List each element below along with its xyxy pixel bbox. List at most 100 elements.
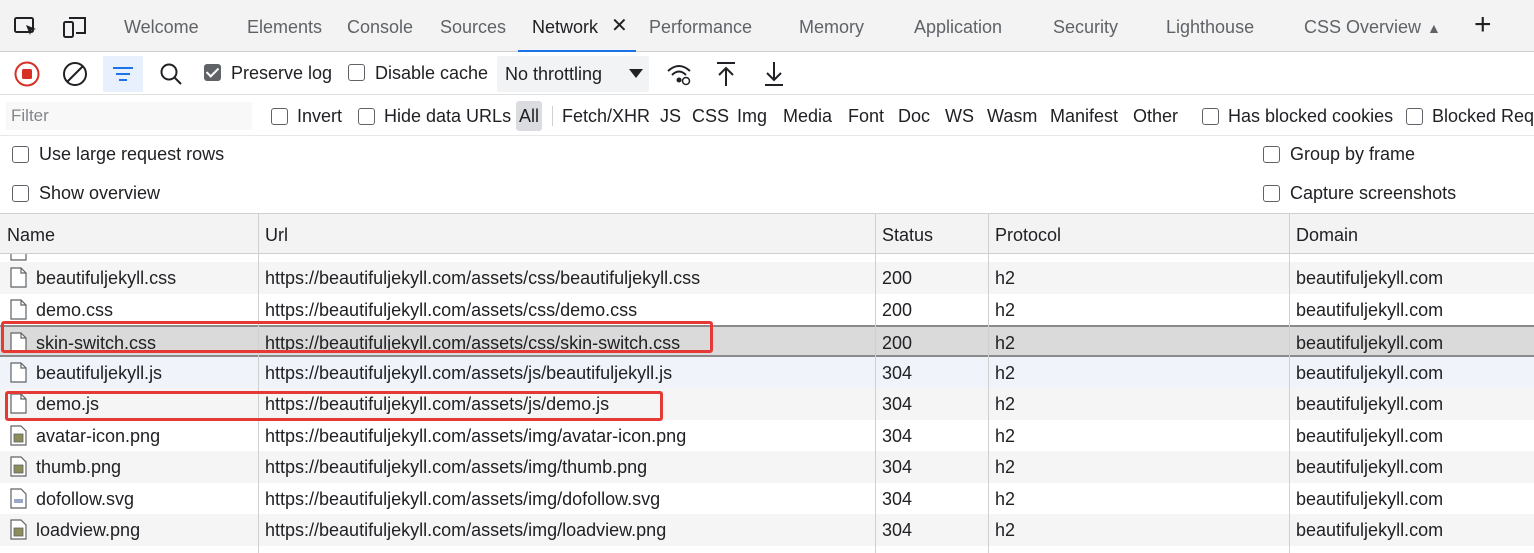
tab-welcome[interactable]: Welcome bbox=[124, 0, 199, 52]
cell-status: 304 bbox=[882, 394, 913, 414]
column-header-name[interactable]: Name bbox=[0, 214, 55, 254]
cell-domain: beautifuljekyll.com bbox=[1296, 299, 1444, 320]
filter-input[interactable] bbox=[6, 102, 252, 130]
cell-domain: beautifuljekyll.com bbox=[1296, 394, 1444, 414]
cell-domain: beautifuljekyll.com bbox=[1296, 268, 1444, 288]
tab-css-overview-label: CSS Overview bbox=[1304, 17, 1422, 37]
cell-url: https://beautifuljekyll.com/assets/img/a… bbox=[265, 425, 687, 446]
large-rows-checkbox[interactable] bbox=[12, 146, 29, 163]
cell-name: skin-switch.css bbox=[36, 333, 157, 353]
cell-url: https://beautifuljekyll.com/assets/img/t… bbox=[265, 457, 648, 477]
filter-toggle-icon[interactable] bbox=[103, 56, 143, 92]
type-filter-wasm[interactable]: Wasm bbox=[984, 101, 1040, 131]
column-divider bbox=[988, 214, 989, 553]
cell-domain: beautifuljekyll.com bbox=[1296, 457, 1444, 477]
image-file-icon bbox=[10, 456, 27, 477]
capture-screenshots-checkbox[interactable] bbox=[1263, 185, 1280, 202]
tab-sources[interactable]: Sources bbox=[440, 0, 506, 52]
tab-application[interactable]: Application bbox=[914, 0, 1002, 52]
show-overview-label: Show overview bbox=[39, 183, 161, 203]
type-filter-js[interactable]: JS bbox=[657, 101, 684, 131]
cell-domain: beautifuljekyll.com bbox=[1296, 425, 1444, 446]
cell-url: https://beautifuljekyll.com/assets/js/be… bbox=[265, 362, 673, 383]
type-filter-manifest[interactable]: Manifest bbox=[1047, 101, 1121, 131]
tab-console[interactable]: Console bbox=[347, 0, 413, 52]
requests-table: Name Url Status Protocol Domain beautifu… bbox=[0, 214, 1534, 553]
file-icon bbox=[10, 393, 27, 414]
table-row[interactable]: beautifuljekyll.js https://beautifuljekyl… bbox=[0, 356, 1534, 388]
blocked-requests-label: Blocked Requests bbox=[1432, 106, 1534, 126]
invert-label: Invert bbox=[297, 106, 343, 126]
table-row[interactable]: loadview.png https://beautifuljekyll.com/… bbox=[0, 514, 1534, 546]
cell-status: 200 bbox=[882, 333, 913, 353]
preserve-log-checkbox[interactable] bbox=[204, 64, 221, 81]
column-header-protocol[interactable]: Protocol bbox=[988, 214, 1061, 254]
column-header-domain[interactable]: Domain bbox=[1289, 214, 1358, 254]
record-stop-icon[interactable] bbox=[12, 59, 42, 89]
cell-status: 304 bbox=[882, 362, 913, 383]
more-tabs-plus-icon[interactable]: + bbox=[1474, 0, 1492, 50]
large-rows-label: Use large request rows bbox=[39, 144, 225, 164]
device-toolbar-icon[interactable] bbox=[62, 14, 88, 40]
tab-lighthouse[interactable]: Lighthouse bbox=[1166, 0, 1254, 52]
table-header: Name Url Status Protocol Domain bbox=[0, 214, 1534, 254]
has-blocked-cookies-checkbox[interactable] bbox=[1202, 108, 1219, 125]
cell-protocol: h2 bbox=[995, 333, 1016, 353]
cell-protocol: h2 bbox=[995, 425, 1016, 446]
cell-name: thumb.png bbox=[36, 457, 122, 477]
partially-scrolled-row bbox=[0, 254, 1534, 262]
throttling-value: No throttling bbox=[505, 64, 603, 84]
type-filter-img[interactable]: Img bbox=[734, 101, 770, 131]
type-filter-ws[interactable]: WS bbox=[942, 101, 977, 131]
cell-name: demo.js bbox=[36, 394, 100, 414]
table-row[interactable]: demo.css https://beautifuljekyll.com/asse… bbox=[0, 294, 1534, 326]
network-conditions-icon[interactable] bbox=[664, 59, 694, 89]
clear-icon[interactable] bbox=[60, 59, 90, 89]
tab-elements[interactable]: Elements bbox=[247, 0, 322, 52]
type-filter-doc[interactable]: Doc bbox=[895, 101, 933, 131]
image-file-icon bbox=[10, 519, 27, 540]
type-filter-css[interactable]: CSS bbox=[689, 101, 732, 131]
file-icon bbox=[10, 267, 27, 288]
search-icon[interactable] bbox=[156, 59, 186, 89]
column-header-status[interactable]: Status bbox=[875, 214, 933, 254]
tab-memory[interactable]: Memory bbox=[799, 0, 864, 52]
show-overview-checkbox[interactable] bbox=[12, 185, 29, 202]
table-row[interactable]: thumb.png https://beautifuljekyll.com/ass… bbox=[0, 451, 1534, 483]
export-har-icon[interactable] bbox=[759, 59, 789, 89]
disable-cache-checkbox[interactable] bbox=[348, 64, 365, 81]
table-row[interactable]: skin-switch.css https://beautifuljekyll.c… bbox=[0, 325, 1534, 357]
cell-name: loadview.png bbox=[36, 520, 141, 540]
table-row[interactable]: demo.js https://beautifuljekyll.com/asset… bbox=[0, 388, 1534, 420]
has-blocked-cookies-label: Has blocked cookies bbox=[1228, 106, 1394, 126]
filter-bar: Invert Hide data URLs All Fetch/XHR JS C… bbox=[0, 96, 1534, 136]
table-row[interactable]: dofollow.svg https://beautifuljekyll.com/… bbox=[0, 483, 1534, 515]
close-tab-icon[interactable]: ✕ bbox=[611, 0, 628, 52]
tab-security[interactable]: Security bbox=[1053, 0, 1118, 52]
blocked-requests-checkbox[interactable] bbox=[1406, 108, 1423, 125]
table-row[interactable]: avatar-icon.png https://beautifuljekyll.c… bbox=[0, 420, 1534, 452]
cell-protocol: h2 bbox=[995, 299, 1016, 320]
type-filter-fetch-xhr[interactable]: Fetch/XHR bbox=[559, 101, 653, 131]
type-filter-font[interactable]: Font bbox=[845, 101, 887, 131]
type-filter-all[interactable]: All bbox=[516, 101, 543, 131]
image-file-icon bbox=[10, 424, 27, 446]
type-filter-media[interactable]: Media bbox=[780, 101, 835, 131]
group-by-frame-checkbox[interactable] bbox=[1263, 146, 1280, 163]
cell-url: https://beautifuljekyll.com/assets/img/l… bbox=[265, 520, 667, 540]
hide-data-urls-checkbox[interactable] bbox=[358, 108, 375, 125]
inspect-element-icon[interactable] bbox=[13, 14, 39, 40]
cell-status: 304 bbox=[882, 457, 913, 477]
throttling-select[interactable]: No throttling bbox=[497, 56, 649, 92]
cell-protocol: h2 bbox=[995, 394, 1016, 414]
table-row[interactable]: beautifuljekyll.css https://beautifuljeky… bbox=[0, 262, 1534, 294]
tab-css-overview[interactable]: CSS Overview ▲ bbox=[1304, 0, 1441, 52]
cell-url: https://beautifuljekyll.com/assets/css/s… bbox=[265, 333, 681, 353]
cell-url: https://beautifuljekyll.com/assets/css/d… bbox=[265, 299, 638, 320]
type-filter-other[interactable]: Other bbox=[1130, 101, 1181, 131]
invert-checkbox[interactable] bbox=[271, 108, 288, 125]
column-header-url[interactable]: Url bbox=[258, 214, 288, 254]
import-har-icon[interactable] bbox=[711, 59, 741, 89]
cell-domain: beautifuljekyll.com bbox=[1296, 362, 1444, 383]
tab-performance[interactable]: Performance bbox=[649, 0, 752, 52]
